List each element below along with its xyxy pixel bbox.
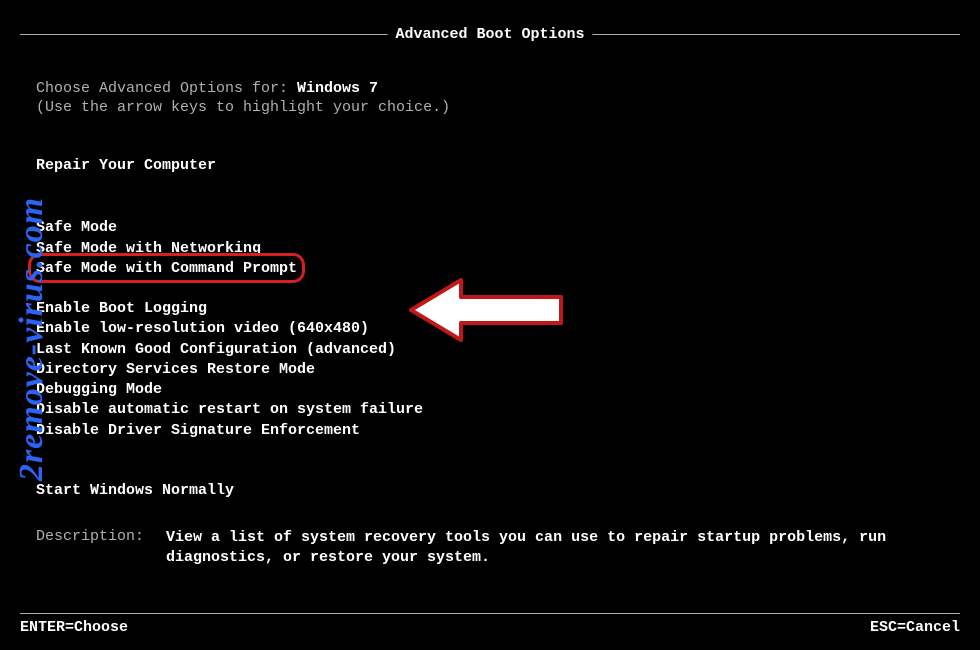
os-name: Windows 7 <box>297 80 378 97</box>
option-debugging-mode[interactable]: Debugging Mode <box>36 380 162 400</box>
highlighted-option-wrap: Safe Mode with Command Prompt <box>36 259 297 279</box>
footer-rule <box>20 613 960 614</box>
repair-section: Repair Your Computer <box>36 156 944 176</box>
option-safe-mode-command-prompt[interactable]: Safe Mode with Command Prompt <box>36 259 297 279</box>
option-low-res-video[interactable]: Enable low-resolution video (640x480) <box>36 319 369 339</box>
choose-prefix: Choose Advanced Options for: <box>36 80 297 97</box>
arrow-key-hint: (Use the arrow keys to highlight your ch… <box>36 99 944 116</box>
description-label: Description: <box>36 528 166 569</box>
description-text: View a list of system recovery tools you… <box>166 528 944 569</box>
option-safe-mode[interactable]: Safe Mode <box>36 218 117 238</box>
choose-line: Choose Advanced Options for: Windows 7 <box>36 80 944 97</box>
page-title: Advanced Boot Options <box>387 26 592 43</box>
option-safe-mode-networking[interactable]: Safe Mode with Networking <box>36 239 261 259</box>
boot-options-screen: Advanced Boot Options Choose Advanced Op… <box>0 0 980 650</box>
option-disable-auto-restart[interactable]: Disable automatic restart on system fail… <box>36 400 423 420</box>
option-disable-driver-sig[interactable]: Disable Driver Signature Enforcement <box>36 421 360 441</box>
option-last-known-good[interactable]: Last Known Good Configuration (advanced) <box>36 340 396 360</box>
option-start-normally[interactable]: Start Windows Normally <box>36 481 234 501</box>
option-repair[interactable]: Repair Your Computer <box>36 156 216 176</box>
description-block: Description: View a list of system recov… <box>36 528 944 569</box>
content-area: Choose Advanced Options for: Windows 7 (… <box>36 80 944 501</box>
option-boot-logging[interactable]: Enable Boot Logging <box>36 299 207 319</box>
footer-esc: ESC=Cancel <box>870 619 960 636</box>
options-block: Safe Mode Safe Mode with Networking Safe… <box>36 218 944 501</box>
option-directory-services-restore[interactable]: Directory Services Restore Mode <box>36 360 315 380</box>
footer-enter: ENTER=Choose <box>20 619 128 636</box>
